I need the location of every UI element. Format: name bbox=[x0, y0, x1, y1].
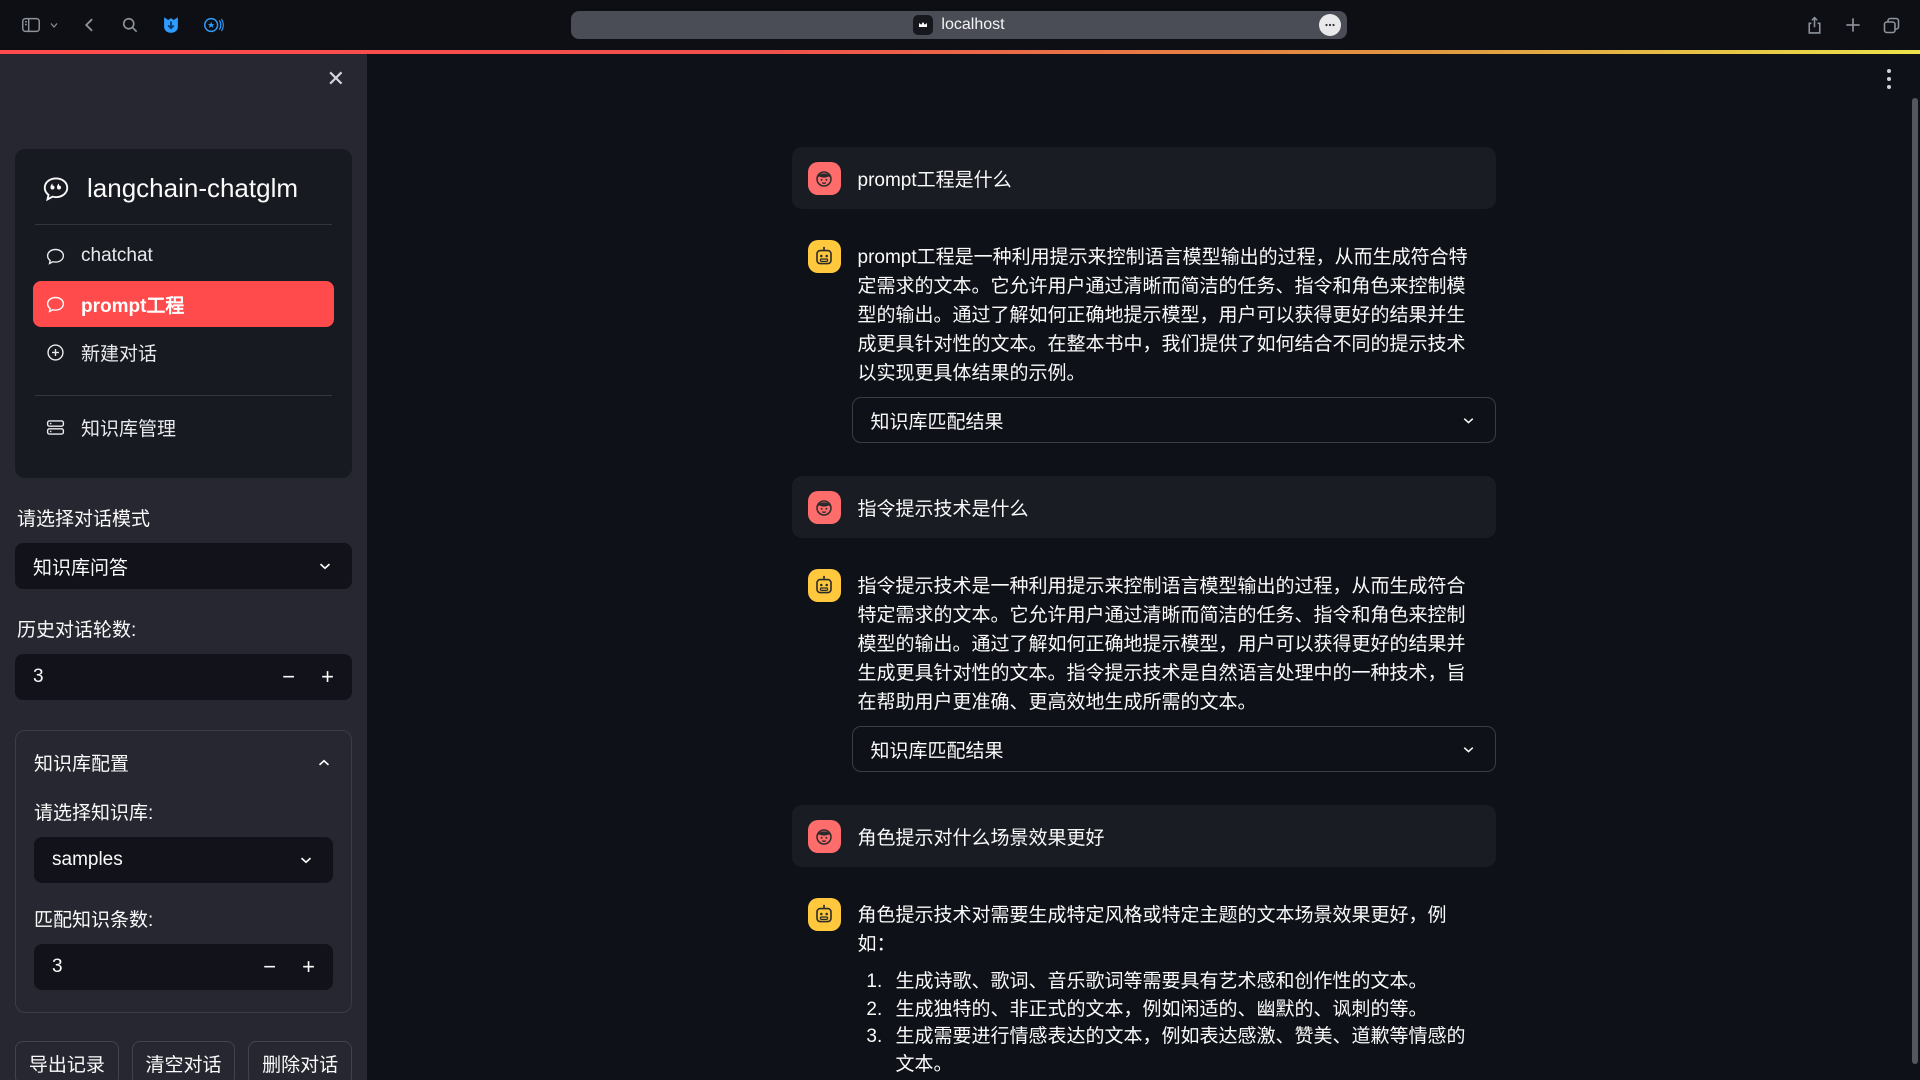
main-area: prompt工程是什么 prompt工程是一种利用提示来控制语言模型输出的过程 bbox=[367, 54, 1920, 1080]
chat-bubble-icon bbox=[45, 246, 66, 267]
address-more-button[interactable] bbox=[1319, 14, 1341, 36]
new-tab-plus-icon[interactable] bbox=[1843, 15, 1863, 35]
assistant-message-text: 指令提示技术是一种利用提示来控制语言模型输出的过程，从而生成符合特定需求的文本。… bbox=[858, 572, 1480, 717]
user-avatar bbox=[808, 820, 841, 853]
assistant-message-text: 角色提示技术对需要生成特定风格或特定主题的文本场景效果更好，例如： bbox=[858, 905, 1447, 955]
user-message: 角色提示对什么场景效果更好 bbox=[792, 805, 1496, 867]
kb-match-expander-label: 知识库匹配结果 bbox=[871, 407, 1004, 434]
extension-star-circles-icon[interactable] bbox=[202, 14, 224, 36]
user-message: prompt工程是什么 bbox=[792, 147, 1496, 209]
dialog-mode-select[interactable]: 知识库问答 bbox=[15, 543, 352, 589]
dialog-mode-label: 请选择对话模式 bbox=[17, 504, 350, 531]
sidebar-item-label: 知识库管理 bbox=[81, 414, 176, 441]
sidebar-item-label: 新建对话 bbox=[81, 339, 157, 366]
user-avatar bbox=[808, 162, 841, 195]
assistant-message: 角色提示技术对需要生成特定风格或特定主题的文本场景效果更好，例如： 生成诗歌、歌… bbox=[792, 898, 1496, 1078]
assistant-message-text: prompt工程是一种利用提示来控制语言模型输出的过程，从而生成符合特定需求的文… bbox=[858, 243, 1480, 388]
chat-bubble-icon bbox=[45, 294, 66, 315]
kb-match-expander[interactable]: 知识库匹配结果 bbox=[852, 726, 1496, 772]
dialog-mode-value: 知识库问答 bbox=[33, 553, 128, 580]
bot-avatar bbox=[808, 569, 841, 602]
assistant-message: prompt工程是一种利用提示来控制语言模型输出的过程，从而生成符合特定需求的文… bbox=[792, 240, 1496, 388]
increment-button[interactable]: + bbox=[321, 666, 334, 688]
browser-window: localhost bbox=[0, 0, 1920, 1080]
sidebar-toggle-icon[interactable] bbox=[20, 14, 42, 36]
share-icon[interactable] bbox=[1804, 15, 1825, 36]
assistant-message: 指令提示技术是一种利用提示来控制语言模型输出的过程，从而生成符合特定需求的文本。… bbox=[792, 569, 1496, 717]
chat-column: prompt工程是什么 prompt工程是一种利用提示来控制语言模型输出的过程 bbox=[792, 54, 1496, 1080]
delete-dialog-button[interactable]: 删除对话 bbox=[248, 1041, 352, 1080]
list-item: 生成诗歌、歌词、音乐歌词等需要具有艺术感和创作性的文本。 bbox=[888, 968, 1480, 996]
kb-config-expander: 知识库配置 请选择知识库: samples bbox=[15, 730, 352, 1013]
clear-dialog-button[interactable]: 清空对话 bbox=[132, 1041, 236, 1080]
bot-avatar bbox=[808, 240, 841, 273]
divider bbox=[35, 395, 332, 396]
database-icon bbox=[45, 417, 66, 438]
sidebar-item-kb-manage[interactable]: 知识库管理 bbox=[33, 404, 334, 450]
kb-select-value: samples bbox=[52, 849, 123, 871]
address-url: localhost bbox=[941, 16, 1004, 34]
plus-circle-icon bbox=[45, 342, 66, 363]
match-count-label: 匹配知识条数: bbox=[34, 905, 333, 932]
chevron-down-icon bbox=[1460, 412, 1477, 429]
extension-shield-icon[interactable] bbox=[160, 14, 182, 36]
kb-match-expander[interactable]: 知识库匹配结果 bbox=[852, 397, 1496, 443]
chevron-down-icon bbox=[1460, 741, 1477, 758]
sidebar-item-prompt-project[interactable]: prompt工程 bbox=[33, 281, 334, 327]
assistant-message-body: 角色提示技术对需要生成特定风格或特定主题的文本场景效果更好，例如： 生成诗歌、歌… bbox=[858, 901, 1480, 1078]
match-count-input[interactable]: 3 − + bbox=[34, 944, 333, 990]
user-message-text: 指令提示技术是什么 bbox=[858, 494, 1029, 521]
sidebar: ✕ langchain-chatglm bbox=[0, 54, 367, 1080]
user-message-text: 角色提示对什么场景效果更好 bbox=[858, 823, 1105, 850]
browser-toolbar: localhost bbox=[0, 0, 1920, 50]
assistant-message-list: 生成诗歌、歌词、音乐歌词等需要具有艺术感和创作性的文本。 生成独特的、非正式的文… bbox=[858, 968, 1480, 1078]
match-count-value[interactable]: 3 bbox=[52, 956, 263, 978]
app-nav-card: langchain-chatglm chatchat bbox=[15, 149, 352, 478]
export-records-button[interactable]: 导出记录 bbox=[15, 1041, 119, 1080]
search-icon[interactable] bbox=[120, 15, 140, 35]
increment-button[interactable]: + bbox=[302, 956, 315, 978]
decrement-button[interactable]: − bbox=[263, 956, 276, 978]
sidebar-options-chevron-icon[interactable] bbox=[48, 19, 60, 31]
kb-config-header[interactable]: 知识库配置 bbox=[34, 749, 333, 776]
sidebar-item-new-dialog[interactable]: 新建对话 bbox=[33, 329, 334, 375]
address-bar[interactable]: localhost bbox=[571, 11, 1347, 39]
list-item: 生成需要进行情感表达的文本，例如表达感激、赞美、道歉等情感的文本。 bbox=[888, 1023, 1480, 1078]
sidebar-item-chatchat[interactable]: chatchat bbox=[33, 233, 334, 279]
kb-config-title: 知识库配置 bbox=[34, 749, 129, 776]
site-favicon-crown-icon bbox=[913, 15, 933, 35]
app-title: langchain-chatglm bbox=[87, 173, 298, 204]
history-rounds-value[interactable]: 3 bbox=[33, 666, 282, 688]
list-item: 生成独特的、非正式的文本，例如闲适的、幽默的、讽刺的等。 bbox=[888, 996, 1480, 1024]
tab-overview-icon[interactable] bbox=[1881, 15, 1902, 36]
vertical-scrollbar[interactable] bbox=[1912, 98, 1918, 1064]
sidebar-item-label: chatchat bbox=[81, 245, 153, 267]
app-menu-icon[interactable] bbox=[1880, 66, 1898, 92]
speech-quote-icon bbox=[41, 174, 71, 204]
sidebar-close-icon[interactable]: ✕ bbox=[327, 68, 345, 90]
kb-select-label: 请选择知识库: bbox=[34, 798, 333, 825]
kb-match-expander-label: 知识库匹配结果 bbox=[871, 736, 1004, 763]
sidebar-item-label: prompt工程 bbox=[81, 291, 184, 318]
app-title-row: langchain-chatglm bbox=[33, 173, 334, 204]
history-rounds-input[interactable]: 3 − + bbox=[15, 654, 352, 700]
back-button-icon[interactable] bbox=[80, 15, 100, 35]
chevron-down-icon bbox=[297, 851, 315, 869]
user-message: 指令提示技术是什么 bbox=[792, 476, 1496, 538]
chevron-down-icon bbox=[316, 557, 334, 575]
bot-avatar bbox=[808, 898, 841, 931]
chevron-up-icon bbox=[315, 754, 333, 772]
history-rounds-label: 历史对话轮数: bbox=[17, 615, 350, 642]
decrement-button[interactable]: − bbox=[282, 666, 295, 688]
kb-select[interactable]: samples bbox=[34, 837, 333, 883]
user-avatar bbox=[808, 491, 841, 524]
divider bbox=[35, 224, 332, 225]
user-message-text: prompt工程是什么 bbox=[858, 165, 1012, 192]
